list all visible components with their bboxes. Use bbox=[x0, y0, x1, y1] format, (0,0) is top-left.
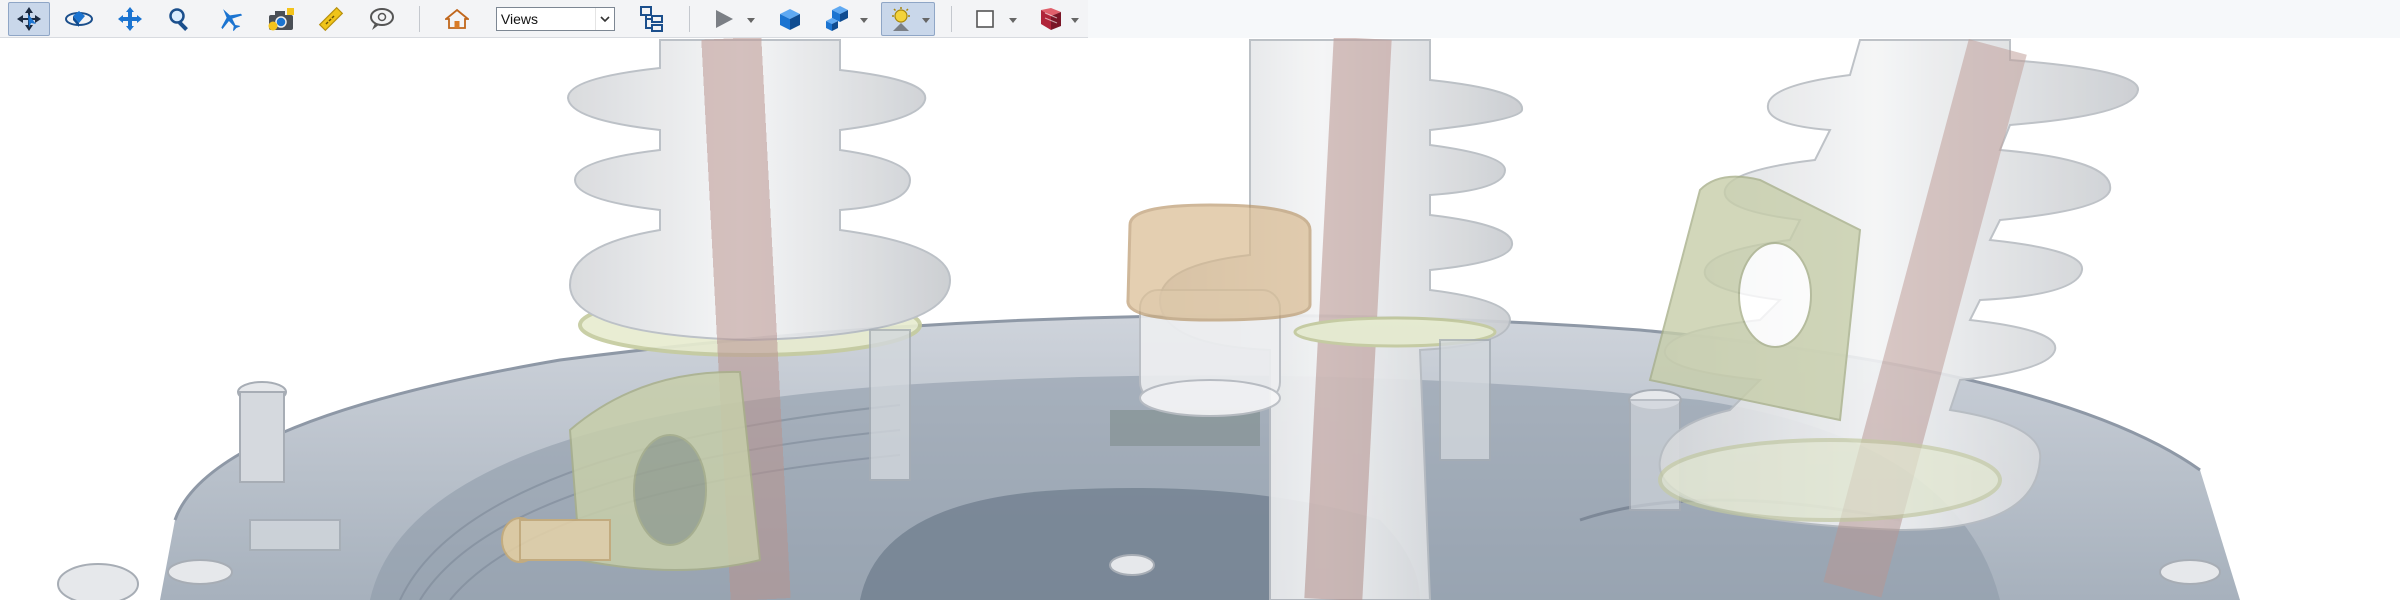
chevron-down-icon bbox=[859, 17, 868, 23]
transformer-model bbox=[57, 36, 2240, 605]
view-tree-button[interactable] bbox=[631, 2, 673, 36]
orbit-icon bbox=[65, 10, 94, 27]
orbit-tool-button[interactable] bbox=[58, 2, 100, 36]
view-tree-icon bbox=[640, 5, 664, 32]
fly-tool-button[interactable] bbox=[209, 2, 251, 36]
bracket-right bbox=[1648, 175, 1862, 422]
lighting-icon bbox=[891, 6, 910, 31]
zoom-tool-button[interactable] bbox=[159, 2, 201, 36]
home-icon bbox=[444, 8, 469, 29]
views-select[interactable]: Views bbox=[495, 6, 616, 31]
viewer-toolbar: Views bbox=[0, 0, 1088, 38]
toolbar-separator bbox=[950, 5, 952, 32]
play-icon bbox=[716, 9, 734, 28]
airplane-icon bbox=[221, 8, 243, 31]
chevron-down-icon bbox=[921, 17, 930, 23]
explode-button[interactable] bbox=[819, 2, 873, 36]
section-box-button[interactable] bbox=[968, 2, 1022, 36]
chevron-down-icon bbox=[1070, 17, 1079, 23]
select-arrow-icon bbox=[17, 6, 42, 31]
chevron-down-icon bbox=[1008, 17, 1017, 23]
pan-icon bbox=[117, 6, 142, 31]
cube-icon bbox=[779, 8, 800, 30]
render-mode-icon bbox=[1040, 7, 1061, 30]
toolbar-separator bbox=[689, 5, 691, 32]
play-animation-button[interactable] bbox=[706, 2, 760, 36]
3d-viewport[interactable] bbox=[0, 0, 2400, 605]
pan-tool-button[interactable] bbox=[109, 2, 151, 36]
measure-tool-button[interactable] bbox=[310, 2, 352, 36]
home-button[interactable] bbox=[436, 2, 478, 36]
bracket-bolt bbox=[501, 517, 611, 563]
lighting-button[interactable] bbox=[880, 1, 935, 36]
toolbar-extension bbox=[1088, 0, 2400, 38]
explode-icon bbox=[825, 5, 848, 31]
chevron-down-icon bbox=[595, 7, 614, 30]
camera-icon bbox=[268, 7, 294, 30]
section-box-icon bbox=[976, 9, 994, 28]
views-select-value: Views bbox=[500, 10, 538, 27]
snapshot-tool-button[interactable] bbox=[260, 2, 302, 36]
zoom-icon bbox=[169, 7, 189, 31]
markup-tool-button[interactable] bbox=[360, 2, 402, 36]
select-tool-button[interactable] bbox=[8, 1, 51, 36]
ruler-icon bbox=[318, 6, 344, 31]
cube-view-button[interactable] bbox=[768, 2, 810, 36]
speech-bubble-icon bbox=[370, 7, 395, 30]
toolbar-separator bbox=[418, 5, 420, 32]
render-mode-button[interactable] bbox=[1030, 2, 1084, 36]
chevron-down-icon bbox=[747, 17, 756, 23]
